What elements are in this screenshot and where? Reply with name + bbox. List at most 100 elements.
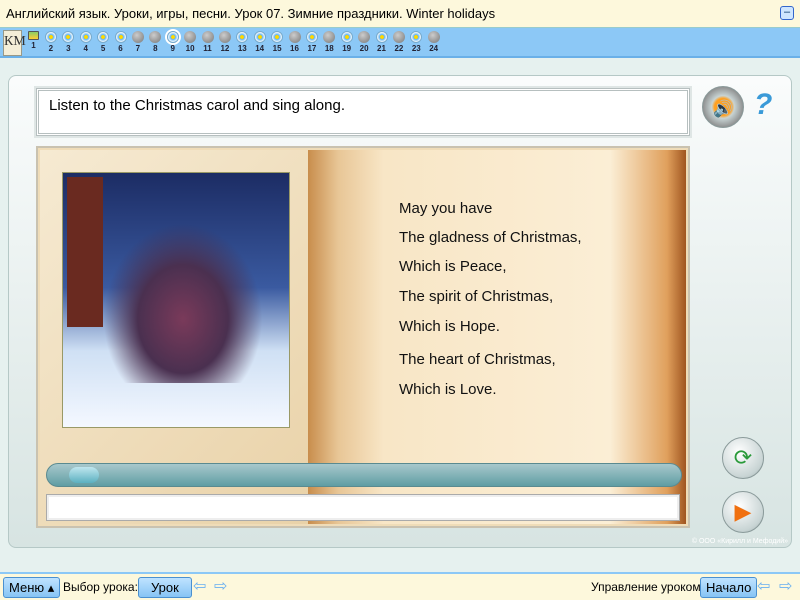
flower-icon — [79, 31, 92, 43]
locked-dot-icon — [288, 31, 301, 43]
locked-dot-icon — [358, 31, 371, 43]
picture-icon — [28, 31, 39, 40]
prev-lesson-arrow-icon[interactable]: ⇦ — [193, 579, 206, 595]
flower-icon — [97, 31, 110, 43]
play-glyph: ▶ — [734, 499, 752, 524]
nav-item-2[interactable]: 2 — [42, 31, 59, 55]
nav-item-16[interactable]: 16 — [286, 31, 303, 55]
nav-item-number: 20 — [359, 44, 369, 53]
flower-icon — [271, 31, 284, 43]
nav-item-11[interactable]: 11 — [199, 31, 216, 55]
flower-icon — [253, 31, 266, 43]
nav-item-number: 22 — [394, 44, 404, 53]
refresh-glyph: ⟳ — [733, 445, 753, 470]
song-line: Which is Love. — [399, 381, 497, 398]
window-title: Английский язык. Уроки, игры, песни. Уро… — [6, 6, 496, 21]
nav-item-number: 18 — [324, 44, 334, 53]
nav-item-number: 5 — [100, 44, 106, 53]
flower-icon — [62, 31, 75, 43]
start-button[interactable]: Начало — [700, 577, 758, 598]
song-line: The spirit of Christmas, — [399, 288, 554, 305]
nav-item-6[interactable]: 6 — [112, 31, 129, 55]
locked-dot-icon — [201, 31, 214, 43]
answer-field[interactable] — [46, 494, 680, 521]
nav-item-number: 7 — [135, 44, 141, 53]
nav-item-number: 17 — [307, 44, 317, 53]
refresh-icon[interactable]: ⟳ — [722, 437, 764, 479]
carolers-illustration — [62, 172, 290, 428]
illustration-door — [67, 177, 103, 327]
nav-item-22[interactable]: 22 — [390, 31, 407, 55]
flower-icon — [410, 31, 423, 43]
publisher-logo: КМ — [3, 30, 26, 56]
next-lesson-arrow-icon[interactable]: ⇨ — [214, 579, 227, 595]
instruction-box: Listen to the Christmas carol and sing a… — [36, 88, 690, 136]
bottom-bar: Меню ▴ Выбор урока: Урок ⇦ ⇨ Управление … — [0, 572, 800, 600]
nav-item-number: 16 — [290, 44, 299, 53]
lesson-choice-label: Выбор урока: — [63, 580, 138, 594]
song-line: May you have — [399, 200, 493, 217]
nav-item-number: 13 — [237, 44, 247, 53]
nav-item-number: 3 — [66, 44, 71, 53]
nav-item-18[interactable]: 18 — [321, 31, 338, 55]
help-icon[interactable]: ? — [754, 88, 772, 122]
nav-item-7[interactable]: 7 — [129, 31, 146, 55]
nav-item-23[interactable]: 23 — [408, 31, 425, 55]
flower-icon — [375, 31, 388, 43]
nav-item-number: 19 — [342, 44, 352, 53]
lesson-control-label: Управление уроком: — [591, 580, 704, 594]
lesson-button[interactable]: Урок — [138, 577, 192, 598]
locked-dot-icon — [131, 31, 144, 43]
speaker-icon[interactable]: 🔊 — [702, 86, 744, 128]
nav-item-number: 4 — [83, 44, 88, 53]
nav-item-17[interactable]: 17 — [303, 31, 320, 55]
nav-item-14[interactable]: 14 — [251, 31, 268, 55]
song-line: The heart of Christmas, — [399, 351, 556, 368]
locked-dot-icon — [184, 31, 197, 43]
nav-item-24[interactable]: 24 — [425, 31, 442, 55]
nav-item-3[interactable]: 3 — [60, 31, 77, 55]
nav-item-number: 11 — [203, 44, 212, 53]
nav-item-number: 12 — [220, 44, 230, 53]
nav-item-8[interactable]: 8 — [147, 31, 164, 55]
nav-item-number: 21 — [377, 44, 386, 53]
nav-item-number: 14 — [255, 44, 265, 53]
locked-dot-icon — [149, 31, 162, 43]
nav-item-number: 24 — [429, 44, 439, 53]
nav-item-10[interactable]: 10 — [182, 31, 199, 55]
nav-item-1[interactable]: 1 — [25, 31, 42, 52]
nav-item-number: 1 — [31, 41, 36, 50]
nav-item-21[interactable]: 21 — [373, 31, 390, 55]
song-line: Which is Peace, — [399, 258, 507, 275]
nav-item-number: 23 — [411, 44, 421, 53]
menu-button[interactable]: Меню ▴ — [3, 577, 61, 598]
song-line: The gladness of Christmas, — [399, 229, 582, 246]
nav-item-number: 8 — [153, 44, 158, 53]
nav-item-15[interactable]: 15 — [269, 31, 286, 55]
flower-icon — [114, 31, 127, 43]
illustration-carolers — [103, 223, 263, 383]
instruction-text: Listen to the Christmas carol and sing a… — [49, 97, 345, 114]
nav-item-20[interactable]: 20 — [356, 31, 373, 55]
flower-icon — [305, 31, 318, 43]
nav-item-9[interactable]: 9 — [164, 31, 181, 55]
nav-item-13[interactable]: 13 — [234, 31, 251, 55]
flower-icon — [166, 31, 179, 43]
nav-item-4[interactable]: 4 — [77, 31, 94, 55]
progress-handle[interactable] — [69, 467, 99, 483]
nav-item-19[interactable]: 19 — [338, 31, 355, 55]
nav-item-number: 6 — [118, 44, 123, 53]
nav-item-12[interactable]: 12 — [216, 31, 233, 55]
nav-item-5[interactable]: 5 — [95, 31, 112, 55]
locked-dot-icon — [218, 31, 231, 43]
nav-item-number: 2 — [48, 44, 54, 53]
play-icon[interactable]: ▶ — [722, 491, 764, 533]
next-step-arrow-icon[interactable]: ⇨ — [779, 579, 792, 595]
prev-step-arrow-icon[interactable]: ⇦ — [757, 579, 770, 595]
copyright: © ООО «Кирилл и Мефодий» — [691, 538, 788, 545]
audio-progress-bar[interactable] — [46, 463, 682, 487]
minimize-icon[interactable]: – — [780, 6, 794, 20]
locked-dot-icon — [427, 31, 440, 43]
flower-icon — [340, 31, 353, 43]
song-line: Which is Hope. — [399, 318, 500, 335]
